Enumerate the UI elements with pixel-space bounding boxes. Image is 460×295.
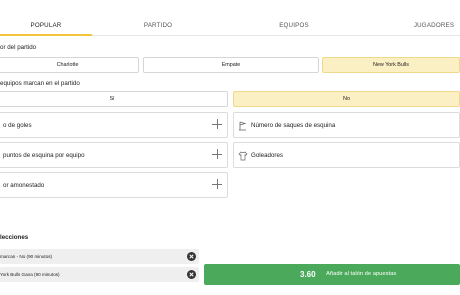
- market-booked-player-label: or amonestado: [3, 182, 45, 189]
- option-new-york-bulls[interactable]: New York Bulls: [322, 57, 460, 73]
- active-tab-indicator: [0, 34, 92, 36]
- betslip-odds: 3.60: [300, 270, 316, 279]
- plus-icon: [212, 179, 222, 189]
- both-teams-score-label: equipos marcan en el partido: [0, 80, 80, 87]
- market-corners-label: Número de saques de esquina: [251, 122, 336, 129]
- market-team-corners-label: puntos de esquina por equipo: [3, 152, 85, 159]
- selections-title: lecciones: [0, 234, 29, 241]
- selection-text: York Bulls Gana (90 minutos): [0, 272, 60, 277]
- market-corners[interactable]: Número de saques de esquina: [233, 112, 460, 138]
- remove-selection-icon[interactable]: [187, 270, 196, 279]
- option-no[interactable]: No: [233, 91, 460, 107]
- tab-jugadores[interactable]: JUGADORES: [388, 0, 460, 36]
- tab-popular[interactable]: POPULAR: [0, 0, 92, 36]
- selection-text: marcan - No (90 minutos): [0, 254, 53, 259]
- plus-icon: [212, 119, 222, 129]
- shirt-icon: [238, 151, 248, 161]
- remove-selection-icon[interactable]: [187, 252, 196, 261]
- option-empate[interactable]: Empate: [143, 57, 319, 73]
- option-charlotte[interactable]: Charlotte: [0, 57, 139, 73]
- selection-item: York Bulls Gana (90 minutos): [0, 267, 199, 282]
- market-tabs: POPULAR PARTIDO EQUIPOS JUGADORES: [0, 0, 460, 36]
- market-scorers-label: Goleadores: [251, 152, 283, 159]
- market-team-corners[interactable]: puntos de esquina por equipo: [0, 142, 228, 168]
- selection-item: marcan - No (90 minutos): [0, 249, 199, 264]
- tab-equipos[interactable]: EQUIPOS: [248, 0, 340, 36]
- corner-flag-icon: [239, 121, 247, 131]
- match-result-label: or del partido: [0, 44, 37, 51]
- market-goals-label: o de goles: [3, 122, 32, 129]
- tab-partido[interactable]: PARTIDO: [112, 0, 204, 36]
- market-scorers[interactable]: Goleadores: [233, 142, 460, 168]
- market-goals[interactable]: o de goles: [0, 112, 228, 138]
- add-to-betslip-button[interactable]: 3.60 Añadir al talón de apuestas: [204, 264, 460, 285]
- plus-icon: [212, 149, 222, 159]
- option-si[interactable]: Sí: [0, 91, 228, 107]
- market-booked-player[interactable]: or amonestado: [0, 172, 228, 198]
- betslip-label: Añadir al talón de apuestas: [326, 271, 397, 277]
